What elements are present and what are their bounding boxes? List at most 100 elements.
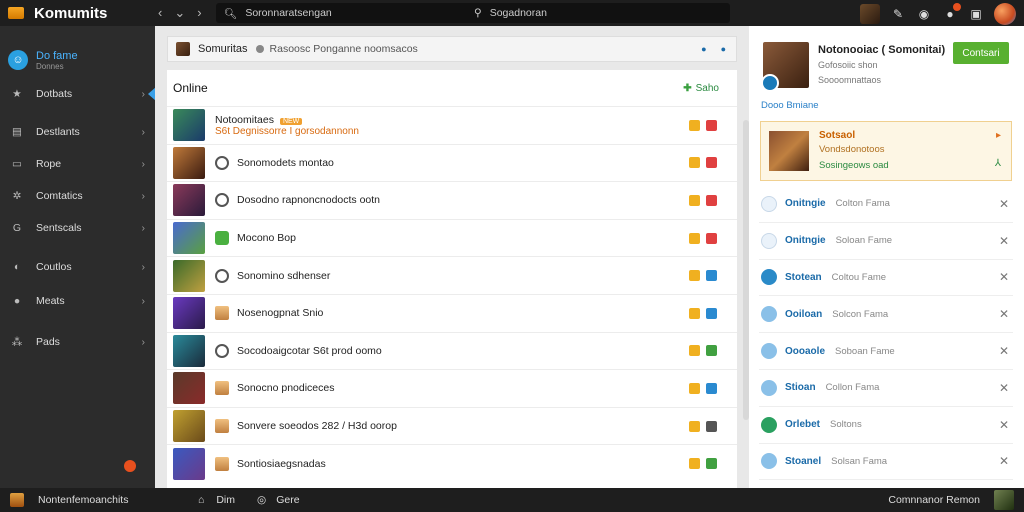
flag-icon[interactable] — [706, 458, 717, 470]
chevron-down-icon[interactable]: ⌄ — [174, 5, 185, 21]
star-icon[interactable] — [689, 194, 700, 206]
close-icon[interactable]: ✕ — [999, 454, 1009, 468]
sidebar-item-destlants[interactable]: ▤ Destlants › — [0, 121, 155, 143]
game-label: Gere — [276, 494, 300, 506]
star-icon[interactable] — [689, 382, 700, 394]
friend-status: Solsan Fama — [831, 455, 888, 467]
alert-badge[interactable] — [124, 460, 136, 472]
close-icon[interactable]: ✕ — [999, 381, 1009, 395]
chat-icon[interactable]: ◉ — [916, 6, 932, 22]
profile-link[interactable]: Dooo Bmiane — [761, 100, 819, 111]
star-icon[interactable] — [689, 345, 700, 357]
notification-dot — [953, 3, 961, 11]
game-logo-icon[interactable] — [10, 493, 24, 507]
friend-row[interactable]: Stotean Coltou Fame ✕ — [759, 260, 1013, 297]
dot-control-icon[interactable]: ● — [701, 44, 706, 54]
home-button[interactable]: ⌂ Dim — [198, 494, 235, 506]
star-icon[interactable] — [689, 157, 700, 169]
star-icon[interactable] — [689, 458, 700, 470]
status-ring-icon — [215, 343, 229, 358]
list-item[interactable]: Sonvere soeodos 282 / H3d oorop — [167, 406, 737, 445]
search-bar[interactable]: 🔍︎ Soronnaratsengan ⚲ Sogadnoran — [216, 3, 730, 23]
friend-name: Onitngie — [785, 235, 826, 247]
status-ring-icon — [215, 193, 229, 208]
list-item[interactable]: Mocono Bop — [167, 218, 737, 257]
flag-icon[interactable] — [706, 420, 717, 432]
close-icon[interactable]: ✕ — [999, 270, 1009, 284]
gear-icon: ✲ — [12, 190, 22, 202]
friend-row[interactable]: Stioan Collon Fama ✕ — [759, 370, 1013, 407]
dot-control-icon[interactable]: ● — [721, 44, 726, 54]
profile-name: Notonooiac ( Somonitai) — [818, 44, 946, 56]
forward-icon[interactable]: › — [197, 5, 201, 21]
profile-name: Do fame — [36, 49, 78, 62]
flag-icon[interactable] — [706, 157, 717, 169]
flag-icon[interactable] — [706, 345, 717, 357]
sidebar-item-meats[interactable]: ● Meats › — [0, 290, 155, 312]
sidebar-profile[interactable]: ☺ Do fame Donnes — [0, 26, 155, 78]
status-ring-icon — [215, 268, 229, 283]
game-thumbnail — [173, 222, 205, 255]
star-icon[interactable] — [689, 270, 700, 282]
friend-row[interactable]: Onitngie Colton Fama ✕ — [759, 186, 1013, 223]
notifications-icon[interactable]: ● — [942, 3, 961, 22]
sidebar-item-rope[interactable]: ▭ Rope › — [0, 153, 155, 175]
friend-row[interactable]: Ooiloan Solcon Fama ✕ — [759, 296, 1013, 334]
list-item[interactable]: Sonomodets montao — [167, 143, 737, 182]
window-icon[interactable]: ▣ — [968, 6, 984, 22]
sidebar-item-pads[interactable]: ⁂ Pads › — [0, 331, 155, 353]
friend-avatar — [761, 343, 777, 360]
star-icon[interactable] — [689, 119, 700, 131]
sidebar-item-coutlos[interactable]: ◐ Coutlos › — [0, 256, 155, 278]
sidebar-item-label: Dotbats — [36, 88, 73, 100]
list-item[interactable]: Nosenogpnat Snio — [167, 293, 737, 332]
star-icon[interactable] — [689, 232, 700, 244]
play-icon[interactable]: ▸ — [996, 130, 1001, 141]
flag-icon[interactable] — [706, 382, 717, 394]
flag-icon[interactable] — [706, 119, 717, 131]
app-logo[interactable]: Komumits — [0, 5, 150, 22]
star-icon[interactable] — [689, 307, 700, 319]
list-item[interactable]: Sontiosiaegsnadas — [167, 444, 737, 482]
user-avatar[interactable] — [994, 490, 1014, 510]
flag-icon[interactable] — [706, 307, 717, 319]
list-item[interactable]: Socodoaigcotar S6t prod oomo — [167, 331, 737, 370]
chat-icon: ▭ — [12, 158, 22, 170]
flag-icon[interactable] — [706, 270, 717, 282]
flag-icon[interactable] — [706, 194, 717, 206]
flag-icon[interactable] — [706, 232, 717, 244]
friend-row[interactable]: Stoanel Solsan Fama ✕ — [759, 444, 1013, 481]
friend-row[interactable]: Oooaole Soboan Fame ✕ — [759, 333, 1013, 370]
game-button[interactable]: ◎ Gere — [257, 494, 300, 506]
list-item[interactable]: Sonocno pnodiceces — [167, 369, 737, 407]
list-item[interactable]: Dosodno rapnoncnodocts ootn — [167, 181, 737, 219]
star-icon[interactable] — [689, 420, 700, 432]
sidebar-item-comtatics[interactable]: ✲ Comtatics › — [0, 185, 155, 207]
friends-list: Onitngie Colton Fama ✕ Onitngie Soloan Fame… — [759, 186, 1013, 481]
sidebar-item-sentscals[interactable]: G Sentscals › — [0, 217, 155, 239]
activity-card[interactable]: Sotsaol Vondsdonotoos Sosingeows oad ▸ ⅄ — [760, 121, 1012, 181]
friend-row[interactable]: Onitngie Soloan Fame ✕ — [759, 223, 1013, 260]
crumb-title[interactable]: Somuritas — [198, 43, 248, 55]
close-icon[interactable]: ✕ — [999, 418, 1009, 432]
add-button[interactable]: ✚ Saho — [683, 83, 719, 94]
refresh-icon: G — [12, 222, 22, 234]
sidebar-item-dotbats[interactable]: ★ Dotbats › — [0, 83, 156, 105]
top-bar: Komumits ‹ ⌄ › 🔍︎ Soronnaratsengan ⚲ Sog… — [0, 0, 1024, 26]
back-icon[interactable]: ‹ — [158, 5, 162, 21]
list-item[interactable]: Notoomitaes NEW S6t Degnissorre I gorsoda… — [167, 106, 737, 144]
list-item[interactable]: Sonomino sdhenser — [167, 256, 737, 294]
main-panel: Somuritas Rasoosc Ponganne noomsacos ● ●… — [155, 26, 749, 488]
close-icon[interactable]: ✕ — [999, 344, 1009, 358]
friend-name: Onitngie — [785, 198, 826, 210]
friend-row[interactable]: Orlebet Soltons ✕ — [759, 407, 1013, 444]
user-avatar[interactable] — [860, 4, 880, 24]
sidebar-item-label: Rope — [36, 158, 62, 170]
contact-button[interactable]: Contsari — [953, 42, 1009, 64]
close-icon[interactable]: ✕ — [999, 197, 1009, 211]
globe-icon[interactable] — [994, 3, 1016, 25]
close-icon[interactable]: ✕ — [999, 234, 1009, 248]
close-icon[interactable]: ✕ — [999, 307, 1009, 321]
up-icon[interactable]: ⅄ — [995, 158, 1001, 169]
puzzle-icon[interactable]: ✎ — [890, 6, 906, 22]
